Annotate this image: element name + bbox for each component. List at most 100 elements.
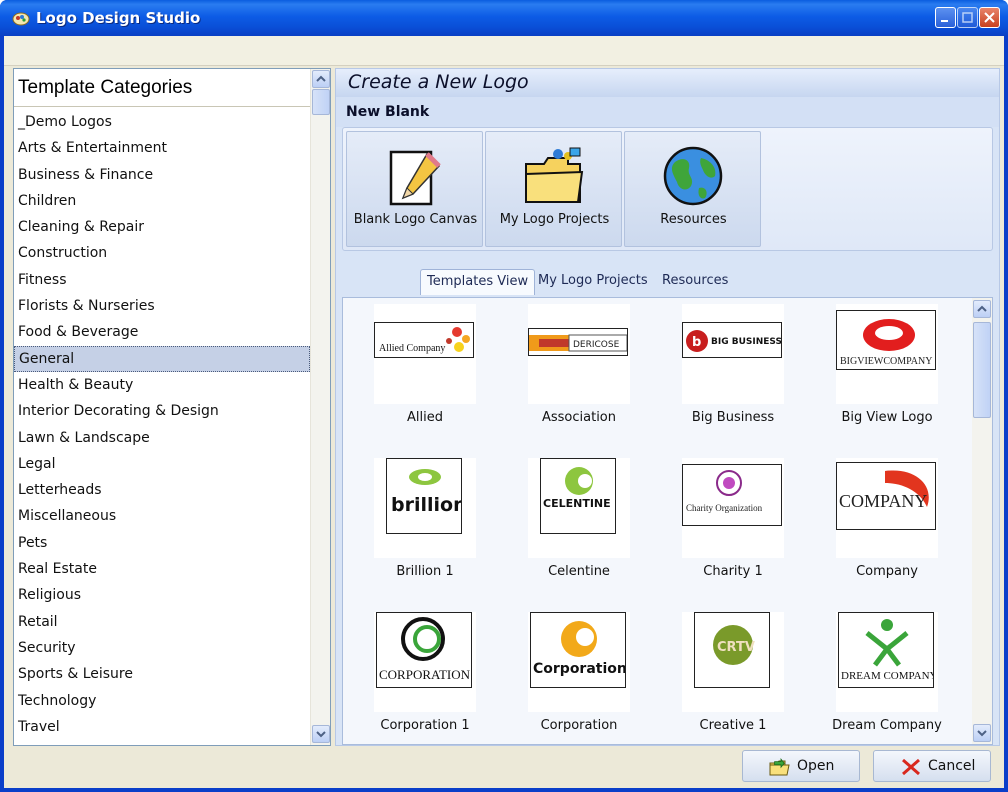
category-item[interactable]: Security (14, 635, 310, 661)
create-logo-panel: Create a New Logo New Blank Blank Logo C… (335, 68, 1000, 746)
template-card-corporation[interactable]: Corporation Corporation (515, 612, 643, 744)
template-thumbnail: CORPORATION (374, 612, 476, 712)
category-item[interactable]: Arts & Entertainment (14, 135, 310, 161)
template-label: Company (856, 564, 918, 579)
template-thumbnail: COMPANY (836, 458, 938, 558)
template-thumbnail: Charity Organization (682, 458, 784, 558)
category-item[interactable]: Religious (14, 582, 310, 608)
new-blank-label: New Blank (346, 104, 430, 120)
template-card-company[interactable]: COMPANY Company (823, 458, 951, 598)
category-item[interactable]: General (14, 345, 310, 372)
category-item[interactable]: Business & Finance (14, 162, 310, 188)
tab-my-logo-projects[interactable]: My Logo Projects (532, 269, 654, 295)
template-card-association[interactable]: DERICOSE Association (515, 304, 643, 444)
category-item[interactable]: Florists & Nurseries (14, 293, 310, 319)
categories-scrollbar[interactable] (310, 69, 330, 745)
app-logo-icon (12, 12, 30, 26)
scroll-up-button[interactable] (312, 70, 330, 88)
template-card-brillion-1[interactable]: brillion Brillion 1 (361, 458, 489, 598)
svg-text:DREAM COMPANY: DREAM COMPANY (841, 670, 934, 682)
template-card-big-business[interactable]: b BIG BUSINESS Big Business (669, 304, 797, 444)
cancel-button[interactable]: Cancel (873, 750, 991, 782)
cancel-x-icon (902, 758, 920, 776)
category-item[interactable]: Real Estate (14, 556, 310, 582)
template-card-charity-1[interactable]: Charity Organization Charity 1 (669, 458, 797, 598)
category-item[interactable]: Health & Beauty (14, 372, 310, 398)
tile-my-logo-projects[interactable]: My Logo Projects (485, 131, 622, 247)
chevron-down-icon (977, 730, 987, 737)
close-button[interactable] (979, 7, 1000, 28)
svg-text:Corporation: Corporation (533, 661, 626, 677)
logo-big-business: b BIG BUSINESS (682, 322, 782, 358)
logo-allied: Allied Company (374, 322, 474, 358)
logo-dream-company: DREAM COMPANY (838, 612, 934, 688)
logo-celentine: CELENTINE (540, 458, 616, 534)
maximize-icon (962, 12, 973, 23)
chevron-up-icon (977, 305, 987, 312)
template-thumbnail: DREAM COMPANY (836, 612, 938, 712)
templates-grid: Allied Company Allied DERICOSE Associati… (342, 297, 993, 745)
tile-label: Blank Logo Canvas (353, 212, 478, 227)
blank-canvas-pencil-icon (389, 150, 441, 206)
folder-icon (525, 147, 584, 203)
tile-label: Resources (660, 212, 727, 227)
template-thumbnail: DERICOSE (528, 304, 630, 404)
template-card-creative-1[interactable]: CRTV Creative 1 (669, 612, 797, 744)
category-item[interactable]: Retail (14, 609, 310, 635)
open-button[interactable]: Open (742, 750, 860, 782)
view-tabs: Templates View My Logo Projects Resource… (336, 265, 999, 295)
template-card-allied[interactable]: Allied Company Allied (361, 304, 489, 444)
category-item[interactable]: Construction (14, 240, 310, 266)
scroll-thumb[interactable] (312, 89, 330, 115)
svg-text:b: b (692, 335, 701, 350)
tab-resources[interactable]: Resources (656, 269, 734, 295)
logo-big-view: BIGVIEWCOMPANY (836, 310, 936, 370)
logo-corporation: Corporation (530, 612, 626, 688)
cancel-button-label: Cancel (928, 758, 976, 774)
category-item[interactable]: Sports & Leisure (14, 661, 310, 687)
minimize-button[interactable] (935, 7, 956, 28)
category-item[interactable]: Letterheads (14, 477, 310, 503)
category-item[interactable]: Children (14, 188, 310, 214)
scroll-down-button[interactable] (312, 725, 330, 743)
template-thumbnail: Allied Company (374, 304, 476, 404)
scroll-down-button[interactable] (973, 724, 991, 742)
category-item[interactable]: Lawn & Landscape (14, 425, 310, 451)
template-card-corporation-1[interactable]: CORPORATION Corporation 1 (361, 612, 489, 744)
template-label: Allied (407, 410, 443, 425)
template-card-dream-company[interactable]: DREAM COMPANY Dream Company (823, 612, 951, 744)
category-item[interactable]: Pets (14, 530, 310, 556)
svg-text:CORPORATION: CORPORATION (379, 667, 471, 682)
template-card-celentine[interactable]: CELENTINE Celentine (515, 458, 643, 598)
svg-text:DERICOSE: DERICOSE (573, 340, 620, 350)
logo-association: DERICOSE (528, 328, 628, 356)
template-card-big-view-logo[interactable]: BIGVIEWCOMPANY Big View Logo (823, 304, 951, 444)
category-item[interactable]: Travel (14, 714, 310, 740)
create-heading: Create a New Logo (348, 71, 529, 93)
tile-resources[interactable]: Resources (624, 131, 761, 247)
template-label: Dream Company (832, 718, 942, 733)
logo-corporation-1: CORPORATION (376, 612, 472, 688)
category-item[interactable]: Cleaning & Repair (14, 214, 310, 240)
globe-icon (663, 146, 723, 206)
scroll-up-button[interactable] (973, 300, 991, 318)
window-title: Logo Design Studio (36, 9, 201, 27)
maximize-button[interactable] (957, 7, 978, 28)
category-item[interactable]: Technology (14, 688, 310, 714)
scroll-thumb[interactable] (973, 322, 991, 418)
category-item[interactable]: _Demo Logos (14, 109, 310, 135)
category-item[interactable]: Fitness (14, 267, 310, 293)
tab-templates-view[interactable]: Templates View (420, 269, 536, 295)
logo-brillion: brillion (386, 458, 462, 534)
app-window: Logo Design Studio Template Categories _… (0, 0, 1008, 792)
category-item[interactable]: Legal (14, 451, 310, 477)
svg-text:COMPANY: COMPANY (839, 491, 927, 511)
category-item[interactable]: Miscellaneous (14, 503, 310, 529)
tile-blank-logo-canvas[interactable]: Blank Logo Canvas (346, 131, 483, 247)
template-label: Celentine (548, 564, 610, 579)
svg-text:Charity Organization: Charity Organization (686, 503, 763, 513)
category-item[interactable]: Interior Decorating & Design (14, 398, 310, 424)
templates-scrollbar[interactable] (972, 298, 992, 744)
template-label: Corporation (540, 718, 618, 733)
category-item[interactable]: Food & Beverage (14, 319, 310, 345)
